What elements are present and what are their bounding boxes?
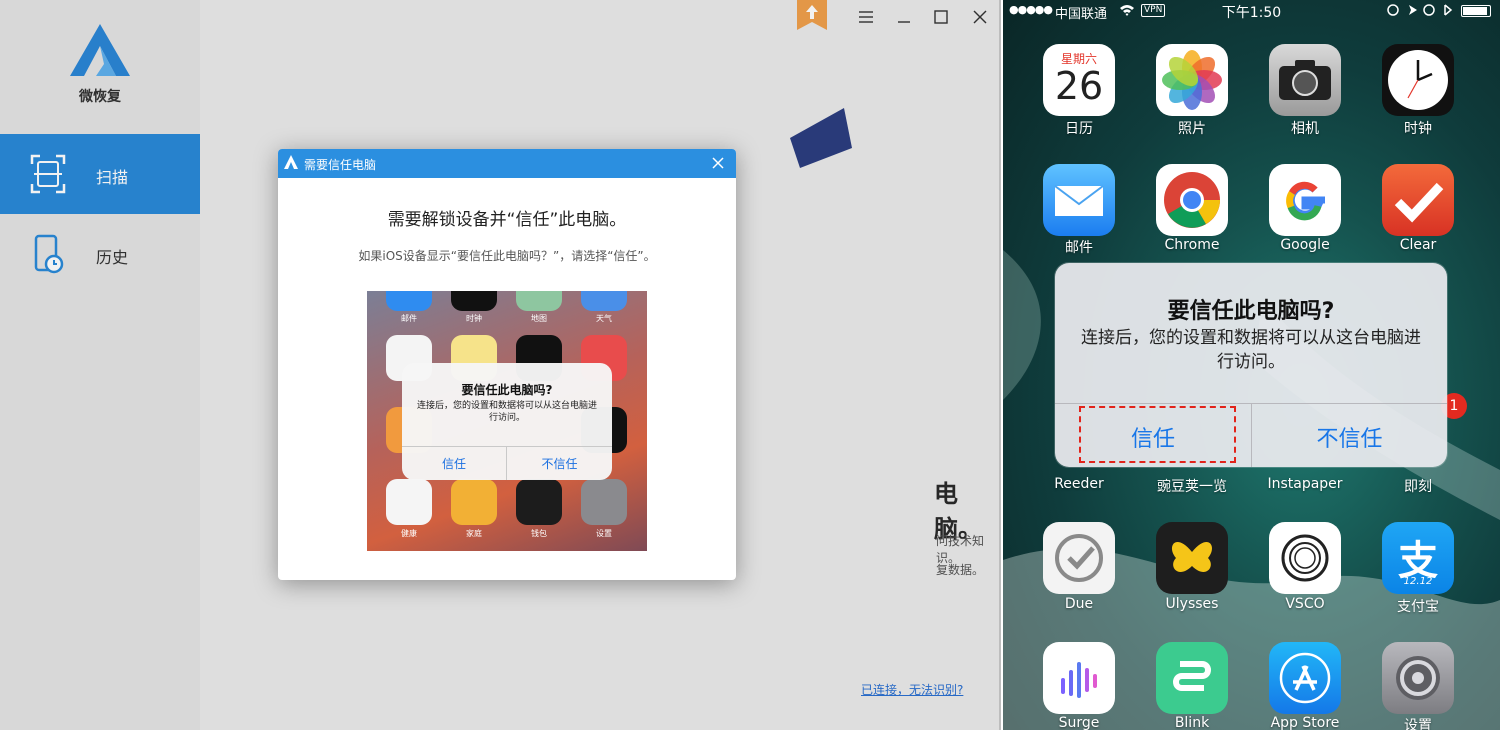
battery-icon: [1461, 5, 1491, 17]
dialog-heading: 需要解锁设备并“信任”此电脑。: [387, 210, 627, 230]
appstore-icon[interactable]: [1269, 642, 1341, 714]
alert-message: 连接后，您的设置和数据将可以从这台电脑进行访问。: [1081, 328, 1421, 372]
camera-icon[interactable]: [1269, 44, 1341, 116]
calendar-icon[interactable]: 星期六 26: [1043, 44, 1115, 116]
vsco-icon[interactable]: [1269, 522, 1341, 594]
app-label: Chrome: [1164, 237, 1220, 253]
app-label: 豌豆荚一览: [1157, 479, 1227, 495]
alert-message: 连接后，您的设置和数据将可以从这台电脑进行访问。: [416, 401, 597, 423]
settings-icon: [581, 479, 627, 525]
app-label: Blink: [1174, 715, 1210, 730]
app-label: 照片: [1178, 121, 1206, 137]
weather-icon: [581, 291, 627, 311]
chrome-icon[interactable]: [1156, 164, 1228, 236]
distrust-button[interactable]: 不信任: [1252, 421, 1447, 453]
app-label: Clear: [1399, 237, 1437, 253]
mail-icon[interactable]: [1043, 164, 1115, 236]
app-label: 即刻: [1404, 479, 1432, 495]
app-logo-icon: [284, 155, 298, 169]
app-label: 健康: [401, 529, 417, 538]
alert-title: 要信任此电脑吗?: [1167, 299, 1335, 324]
app-label: 相机: [1291, 121, 1319, 137]
blink-icon[interactable]: [1156, 642, 1228, 714]
trust-highlight-box: [1079, 406, 1236, 463]
app-label: 邮件: [1065, 240, 1093, 256]
dialog-title: 需要信任电脑: [304, 158, 377, 172]
app-label: Due: [1064, 596, 1094, 612]
app-label: 设置: [596, 529, 612, 538]
alipay-icon[interactable]: 支 12.12: [1382, 522, 1454, 594]
app-label: 支付宝: [1397, 599, 1439, 615]
dialog-header: 需要信任电脑: [278, 149, 736, 178]
trust-prompt-screenshot: 邮件 时钟 地图 天气 健康 家庭 钱包 设置 要信任此电脑吗? 连接后，您的设…: [367, 291, 647, 551]
alert-title: 要信任此电脑吗?: [461, 383, 553, 397]
home-icon: [451, 479, 497, 525]
app-label: 钱包: [531, 529, 547, 538]
app-label: 天气: [596, 314, 612, 323]
due-icon[interactable]: [1043, 522, 1115, 594]
clear-icon[interactable]: [1382, 164, 1454, 236]
app-label: 日历: [1065, 121, 1093, 137]
clock-icon[interactable]: [1382, 44, 1454, 116]
wallet-icon: [516, 479, 562, 525]
clock-icon: [451, 291, 497, 311]
app-label: 设置: [1404, 718, 1432, 730]
mini-trust-alert: 要信任此电脑吗? 连接后，您的设置和数据将可以从这台电脑进行访问。 信任 不信任: [402, 363, 612, 480]
recovery-app-window: 微恢复 扫描 历史 电脑。 问技术知识。 复数据。 已连接，无法识别? 需要信任…: [0, 0, 1001, 730]
app-label: Google: [1280, 237, 1330, 253]
app-label: 邮件: [401, 314, 417, 323]
trust-computer-dialog: 需要信任电脑 需要解锁设备并“信任”此电脑。 如果iOS设备显示“要信任此电脑吗…: [278, 149, 736, 580]
mail-icon: [386, 291, 432, 311]
dialog-description: 如果iOS设备显示“要信任此电脑吗？”，请选择“信任”。: [358, 249, 656, 263]
dialog-close-icon[interactable]: [710, 155, 726, 171]
app-label: VSCO: [1285, 596, 1325, 612]
health-icon: [386, 479, 432, 525]
app-label: 家庭: [466, 529, 482, 538]
app-label: Reeder: [1054, 476, 1104, 492]
calendar-day: 26: [1054, 64, 1104, 108]
trust-computer-alert: 要信任此电脑吗? 连接后，您的设置和数据将可以从这台电脑进行访问。 信任 不信任: [1055, 263, 1447, 467]
maps-icon: [516, 291, 562, 311]
distrust-button: 不信任: [541, 457, 578, 471]
photos-icon[interactable]: [1156, 44, 1228, 116]
app-label: Instapaper: [1267, 476, 1343, 492]
settings-icon[interactable]: [1382, 642, 1454, 714]
app-label: Surge: [1058, 715, 1100, 730]
app-label: 时钟: [1404, 121, 1432, 137]
divider: [402, 446, 612, 447]
app-label: 时钟: [466, 314, 482, 323]
google-icon[interactable]: [1269, 164, 1341, 236]
trust-button: 信任: [441, 457, 466, 471]
status-bar: ●●●●● 中国联通 VPN 下午1:50: [1003, 0, 1500, 22]
app-label: Ulysses: [1165, 596, 1219, 612]
app-label: App Store: [1270, 715, 1340, 730]
surge-icon[interactable]: [1043, 642, 1115, 714]
app-label: 地图: [531, 314, 547, 323]
ulysses-icon[interactable]: [1156, 522, 1228, 594]
alipay-subtext: 12.12: [1403, 576, 1433, 587]
